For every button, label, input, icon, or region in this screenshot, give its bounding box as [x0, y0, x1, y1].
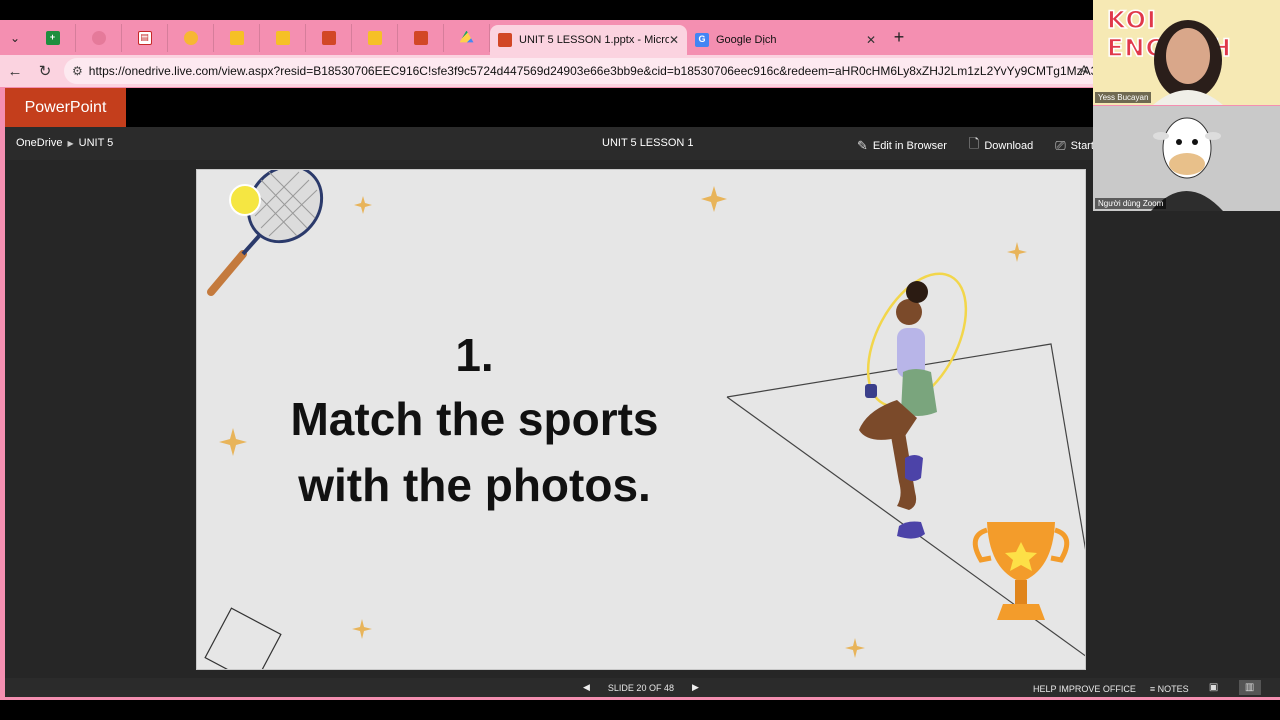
- pinned-tab-slides-2[interactable]: [260, 23, 306, 52]
- pinned-tab-sheets[interactable]: +: [30, 23, 76, 52]
- sheets-icon: +: [45, 30, 60, 45]
- video-tile-host[interactable]: KOI ENGLISH Yess Bucayan: [1093, 0, 1280, 105]
- pdf-icon: ▤: [137, 30, 152, 45]
- slide-title-line-1: Match the sports: [290, 393, 659, 445]
- participant-name: Người dùng Zoom: [1095, 198, 1167, 209]
- slides-icon: [367, 30, 382, 45]
- tab-google-translate[interactable]: G Google Dịch ✕: [687, 25, 884, 55]
- new-tab-button[interactable]: +: [884, 27, 914, 48]
- status-bar: ◀ SLIDE 20 OF 48 ▶ HELP IMPROVE OFFICE ≡…: [5, 678, 1280, 697]
- download-label: Download: [984, 140, 1034, 152]
- breadcrumb-separator-icon: ▶: [67, 138, 74, 148]
- help-improve-office-link[interactable]: HELP IMPROVE OFFICE: [1033, 684, 1136, 694]
- tab-strip: ⌄ + ▤ UNIT 5 LESSON 1.pptx - Microsoft ✕…: [0, 20, 1093, 55]
- slides-icon: [229, 30, 244, 45]
- document-title: UNIT 5 LESSON 1: [602, 137, 694, 149]
- site-info-icon[interactable]: ⚙: [72, 64, 83, 78]
- pinned-tab-face[interactable]: [168, 23, 214, 52]
- reader-icon[interactable]: A: [1080, 63, 1088, 77]
- close-icon[interactable]: ✕: [669, 33, 679, 47]
- trophy-icon: [972, 522, 1070, 620]
- tab-title: UNIT 5 LESSON 1.pptx - Microsoft: [519, 33, 669, 46]
- participant-name: Yess Bucayan: [1095, 92, 1152, 103]
- circle-app-icon: [91, 30, 106, 45]
- pinned-tab-ppt-1[interactable]: [306, 23, 352, 52]
- face-app-icon: [183, 30, 198, 45]
- notes-button[interactable]: ≡ NOTES: [1150, 684, 1189, 694]
- slide-title-line-2: with the photos.: [298, 459, 651, 511]
- tab-unit5-lesson[interactable]: UNIT 5 LESSON 1.pptx - Microsoft ✕: [490, 24, 687, 55]
- slide-navigator: ◀ SLIDE 20 OF 48 ▶: [583, 682, 699, 693]
- presenter-figure-icon: [1153, 20, 1223, 105]
- download-button[interactable]: 🗋 Download: [969, 135, 1033, 157]
- normal-view-icon[interactable]: ▣: [1203, 680, 1225, 695]
- video-tile-guest[interactable]: Người dùng Zoom: [1093, 106, 1280, 211]
- tab-search-icon[interactable]: ⌄: [0, 24, 30, 52]
- drive-icon: [459, 30, 474, 43]
- toolbar-actions: ✎ Edit in Browser 🗋 Download ⎚ Start S: [857, 135, 1104, 157]
- close-icon[interactable]: ✕: [866, 33, 876, 47]
- status-actions: HELP IMPROVE OFFICE ≡ NOTES ▣ ▥ ▭: [1033, 680, 1280, 695]
- ppt-toolbar: OneDrive ▶ UNIT 5 UNIT 5 LESSON 1 ✎ Edit …: [5, 127, 1104, 160]
- breadcrumb-unit5[interactable]: UNIT 5: [79, 137, 114, 149]
- ppt-header: PowerPoint: [5, 88, 1093, 127]
- pinned-tab-slides-1[interactable]: [214, 23, 260, 52]
- presentation-icon: ⎚: [1055, 138, 1066, 153]
- cow-avatar-icon: [1151, 117, 1223, 211]
- notes-icon: ≡: [1149, 683, 1158, 694]
- pencil-icon: ✎: [857, 138, 868, 153]
- slide-canvas[interactable]: 1. Match the sports with the photos.: [196, 169, 1086, 670]
- pinned-tab-circle[interactable]: [76, 23, 122, 52]
- slide-counter: SLIDE 20 OF 48: [607, 682, 674, 693]
- slideshow-view-icon[interactable]: ▭: [1275, 680, 1280, 695]
- slide-number-heading: 1.: [455, 329, 494, 381]
- powerpoint-icon: [321, 30, 336, 45]
- breadcrumb-onedrive[interactable]: OneDrive: [16, 137, 62, 149]
- breadcrumb: OneDrive ▶ UNIT 5: [16, 137, 113, 149]
- notes-label: NOTES: [1157, 683, 1189, 694]
- slides-icon: [275, 30, 290, 45]
- tennis-racket-icon: [207, 170, 324, 296]
- pinned-tab-pdf[interactable]: ▤: [122, 23, 168, 52]
- diamond-outline-icon: [204, 607, 282, 669]
- powerpoint-brand[interactable]: PowerPoint: [5, 88, 126, 127]
- reload-icon[interactable]: ↻: [30, 62, 60, 80]
- translate-icon: G: [695, 32, 709, 47]
- skipping-athlete-icon: [859, 272, 968, 539]
- document-icon: 🗋: [968, 136, 980, 151]
- pinned-tab-drive[interactable]: [444, 23, 490, 52]
- powerpoint-icon: [498, 32, 512, 47]
- url-bar[interactable]: ⚙ https://onedrive.live.com/view.aspx?re…: [64, 58, 1104, 84]
- url-text: https://onedrive.live.com/view.aspx?resi…: [88, 64, 1104, 78]
- pinned-tab-slides-3[interactable]: [352, 23, 398, 52]
- back-icon[interactable]: ←: [0, 63, 30, 80]
- reading-view-icon[interactable]: ▥: [1238, 680, 1261, 695]
- tennis-ball-icon: [229, 184, 261, 216]
- powerpoint-icon: [413, 30, 428, 45]
- edit-label: Edit in Browser: [872, 140, 947, 152]
- previous-slide-icon[interactable]: ◀: [583, 682, 590, 693]
- edit-in-browser-button[interactable]: ✎ Edit in Browser: [857, 135, 947, 157]
- tab-title: Google Dịch: [716, 33, 777, 46]
- next-slide-icon[interactable]: ▶: [692, 682, 699, 693]
- pinned-tab-ppt-2[interactable]: [398, 23, 444, 52]
